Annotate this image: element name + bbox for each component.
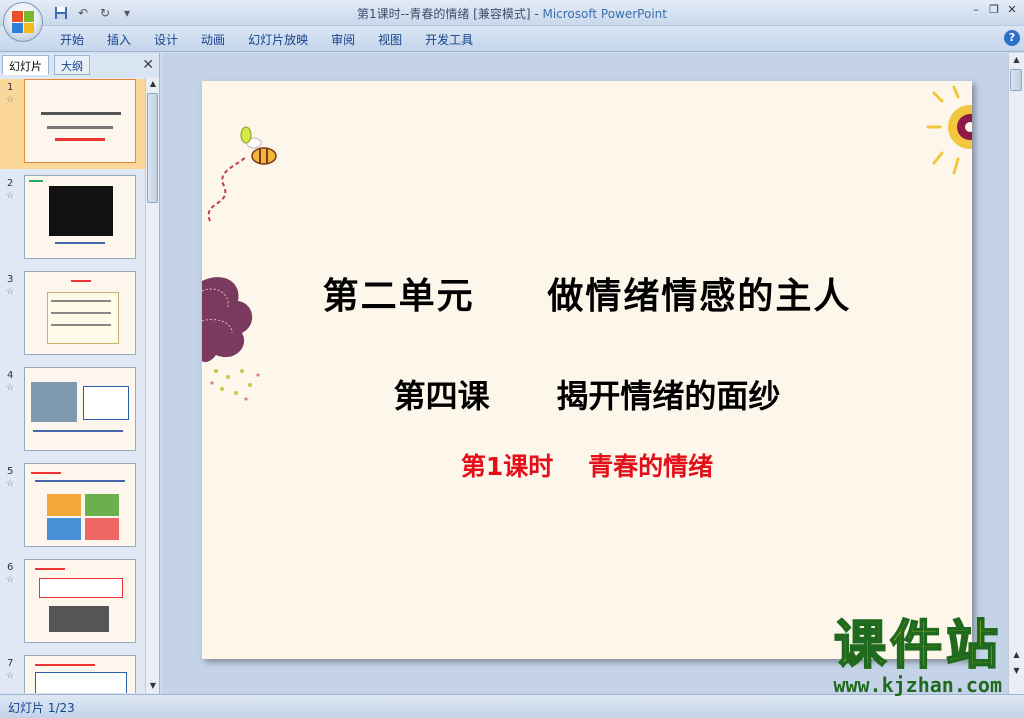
- thumbnail-number: 4: [7, 370, 14, 381]
- thumbnails-scrollbar[interactable]: ▲ ▼: [145, 77, 159, 693]
- slide-vertical-scrollbar[interactable]: ▲ ▲ ▼: [1008, 53, 1024, 694]
- thumbnail-number: 7: [7, 658, 14, 669]
- scroll-up-icon[interactable]: ▲: [146, 77, 160, 91]
- slide-lesson-label[interactable]: 第1课时 青春的情绪: [202, 447, 972, 483]
- slide-thumbnail[interactable]: 2 ☆: [0, 175, 145, 265]
- scroll-up-icon[interactable]: ▲: [1009, 53, 1024, 67]
- watermark-text: 课件站: [833, 616, 1002, 676]
- ribbon-tab[interactable]: 开发工具: [425, 31, 473, 48]
- ribbon-tab[interactable]: 开始: [60, 31, 84, 48]
- slide-subtitle[interactable]: 第四课 揭开情绪的面纱: [202, 371, 972, 417]
- next-slide-icon[interactable]: ▼: [1009, 664, 1024, 678]
- previous-slide-icon[interactable]: ▲: [1009, 648, 1024, 662]
- slide-title[interactable]: 第二单元 做情绪情感的主人: [202, 267, 972, 319]
- window-controls: – ❐ ✕: [968, 2, 1020, 18]
- tab-outline[interactable]: 大纲: [54, 55, 90, 75]
- window-title: 第1课时--青春的情绪 [兼容模式] - Microsoft PowerPoin…: [357, 7, 667, 21]
- minimize-icon[interactable]: –: [968, 2, 984, 18]
- thumbnail-number: 5: [7, 466, 14, 477]
- ribbon-tab[interactable]: 插入: [107, 31, 131, 48]
- slide-thumbnail[interactable]: 1 ☆: [0, 79, 145, 169]
- slide-thumbnail[interactable]: 7 ☆: [0, 655, 145, 693]
- office-button[interactable]: [3, 2, 43, 42]
- slide-thumbnail[interactable]: 5 ☆: [0, 463, 145, 553]
- help-icon[interactable]: ?: [1004, 30, 1020, 46]
- close-pane-icon[interactable]: ✕: [142, 57, 154, 73]
- current-slide[interactable]: 第二单元 做情绪情感的主人 第四课 揭开情绪的面纱 第1课时 青春的情绪: [202, 81, 972, 659]
- ribbon-tab[interactable]: 幻灯片放映: [248, 31, 308, 48]
- thumbnail-preview[interactable]: [24, 79, 136, 163]
- ribbon-tab-bar: 开始 插入 设计 动画 幻灯片放映 审阅 视图 开发工具 ?: [0, 26, 1024, 52]
- animation-star-icon: ☆: [6, 287, 15, 297]
- scroll-down-icon[interactable]: ▼: [146, 679, 160, 693]
- animation-star-icon: ☆: [6, 191, 15, 201]
- restore-icon[interactable]: ❐: [986, 2, 1002, 18]
- status-bar: 幻灯片 1/23: [0, 694, 1024, 718]
- ribbon-tab[interactable]: 视图: [378, 31, 402, 48]
- title-bar: ↶ ↻ ▾ 第1课时--青春的情绪 [兼容模式] - Microsoft Pow…: [0, 0, 1024, 26]
- thumbnail-number: 3: [7, 274, 14, 285]
- slide-thumbnail[interactable]: 4 ☆: [0, 367, 145, 457]
- slide-indicator: 幻灯片 1/23: [8, 701, 75, 715]
- ribbon-tab[interactable]: 设计: [154, 31, 178, 48]
- thumbnail-preview[interactable]: [24, 367, 136, 451]
- animation-star-icon: ☆: [6, 671, 15, 681]
- watermark-url: www.kjzhan.com: [833, 673, 1002, 697]
- scroll-thumb[interactable]: [1010, 69, 1022, 91]
- animation-star-icon: ☆: [6, 575, 15, 585]
- sun-decoration-icon: [926, 85, 972, 175]
- animation-star-icon: ☆: [6, 479, 15, 489]
- bee-decoration-icon: [207, 126, 277, 222]
- ribbon-tab[interactable]: 审阅: [331, 31, 355, 48]
- animation-star-icon: ☆: [6, 95, 15, 105]
- thumbnail-number: 6: [7, 562, 14, 573]
- close-icon[interactable]: ✕: [1004, 2, 1020, 18]
- thumbnail-preview[interactable]: [24, 463, 136, 547]
- thumbnail-preview[interactable]: [24, 559, 136, 643]
- animation-star-icon: ☆: [6, 383, 15, 393]
- tab-slides[interactable]: 幻灯片: [2, 55, 49, 75]
- ribbon-tab[interactable]: 动画: [201, 31, 225, 48]
- slide-thumbnail[interactable]: 6 ☆: [0, 559, 145, 649]
- office-logo-icon: [12, 11, 34, 33]
- scroll-thumb[interactable]: [147, 93, 158, 203]
- slide-thumbnail[interactable]: 3 ☆: [0, 271, 145, 361]
- thumbnail-preview[interactable]: [24, 271, 136, 355]
- slide-editing-area: 第二单元 做情绪情感的主人 第四课 揭开情绪的面纱 第1课时 青春的情绪: [162, 53, 1008, 694]
- thumbnail-number: 2: [7, 178, 14, 189]
- slide-thumbnails: 1 ☆ 2 ☆ 3 ☆ 4 ☆ 5 ☆ 6 ☆ 7 ☆: [0, 77, 145, 693]
- thumbnail-number: 1: [7, 82, 14, 93]
- thumbnail-preview[interactable]: [24, 175, 136, 259]
- slides-pane: 幻灯片 大纲 ✕ 1 ☆ 2 ☆ 3 ☆ 4 ☆ 5 ☆ 6 ☆ 7 ☆ ▲ ▼: [0, 53, 160, 694]
- thumbnail-preview[interactable]: [24, 655, 136, 693]
- watermark-logo: 课件站 www.kjzhan.com: [772, 616, 1002, 697]
